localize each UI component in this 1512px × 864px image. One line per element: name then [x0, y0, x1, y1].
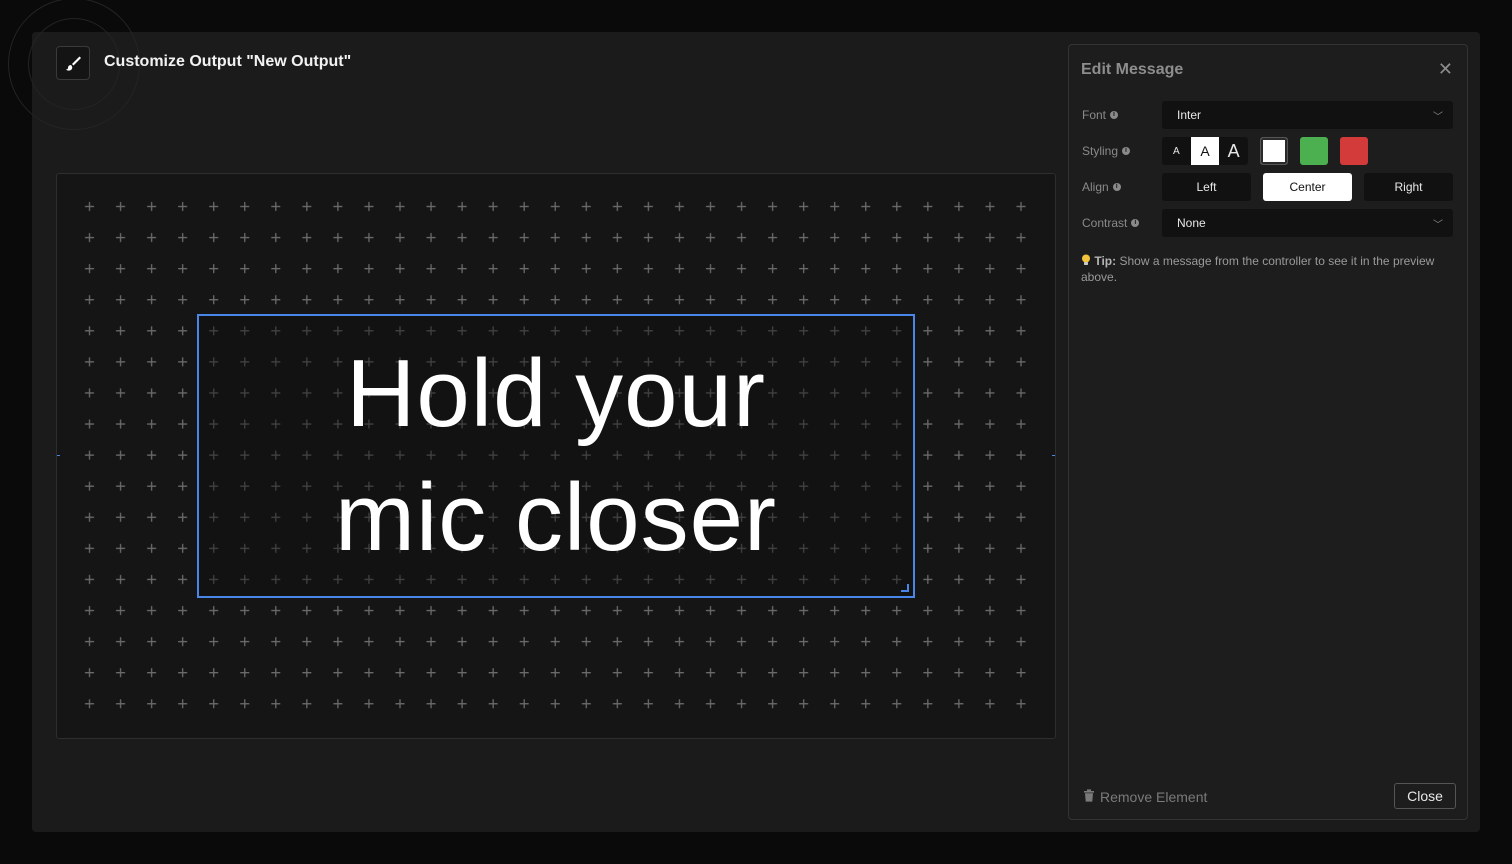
align-label: Align	[1082, 180, 1109, 194]
info-icon: i	[1131, 219, 1140, 227]
contrast-label: Contrast	[1082, 216, 1128, 230]
modal-title: Customize Output "New Output"	[104, 53, 352, 70]
size-small-button[interactable]: A	[1162, 137, 1191, 165]
tip-text: Tip: Show a message from the controller …	[1081, 253, 1451, 285]
contrast-label-row: Contrast i	[1082, 216, 1140, 230]
align-left-button[interactable]: Left	[1162, 173, 1251, 201]
panel-title: Edit Message	[1081, 61, 1184, 78]
chevron-down-icon: ﹀	[1433, 219, 1443, 231]
trash-icon	[1083, 789, 1095, 805]
info-icon: i	[1110, 111, 1119, 119]
styling-label-row: Styling i	[1082, 144, 1131, 158]
align-group: Left Center Right	[1162, 173, 1453, 201]
message-line-2: mic closer	[334, 464, 778, 571]
chevron-down-icon: ﹀	[1433, 111, 1443, 123]
info-icon: i	[1112, 183, 1121, 191]
styling-label: Styling	[1082, 144, 1119, 158]
preview-canvas[interactable]: Hold your mic closer	[56, 173, 1056, 739]
close-icon[interactable]: ✕	[1438, 59, 1453, 80]
info-icon: i	[1122, 147, 1131, 155]
size-medium-button[interactable]: A	[1190, 137, 1220, 165]
message-text: Hold your mic closer	[306, 332, 806, 580]
contrast-select[interactable]: None ﹀	[1162, 209, 1453, 237]
remove-element-button[interactable]: Remove Element	[1083, 789, 1207, 805]
lightbulb-icon	[1081, 254, 1094, 268]
edit-message-panel: Edit Message ✕ Font i Inter ﹀ Styling i …	[1068, 44, 1468, 820]
remove-element-label: Remove Element	[1100, 789, 1208, 805]
message-line-1: Hold your	[346, 340, 766, 447]
font-select[interactable]: Inter ﹀	[1162, 101, 1453, 129]
message-element[interactable]: Hold your mic closer	[197, 314, 915, 598]
color-swatch-red[interactable]	[1340, 137, 1368, 165]
color-swatch-green[interactable]	[1300, 137, 1328, 165]
size-large-button[interactable]: A	[1219, 137, 1248, 165]
resize-handle[interactable]	[901, 584, 909, 592]
font-label-row: Font i	[1082, 108, 1119, 122]
tip-prefix: Tip:	[1094, 254, 1117, 268]
color-swatch-white[interactable]	[1260, 137, 1288, 165]
guide-tick-right	[1052, 455, 1055, 456]
font-label: Font	[1082, 108, 1107, 122]
close-button[interactable]: Close	[1394, 783, 1456, 809]
text-size-group: A A A	[1162, 137, 1248, 165]
align-center-button[interactable]: Center	[1263, 173, 1352, 201]
align-right-button[interactable]: Right	[1364, 173, 1453, 201]
align-label-row: Align i	[1082, 180, 1121, 194]
customize-output-modal: Customize Output "New Output" Hold your …	[8, 0, 1480, 832]
paintbrush-icon	[56, 46, 90, 80]
font-value: Inter	[1177, 108, 1202, 122]
guide-tick-left	[57, 455, 60, 456]
contrast-value: None	[1177, 216, 1206, 230]
tip-body: Show a message from the controller to se…	[1081, 254, 1435, 284]
